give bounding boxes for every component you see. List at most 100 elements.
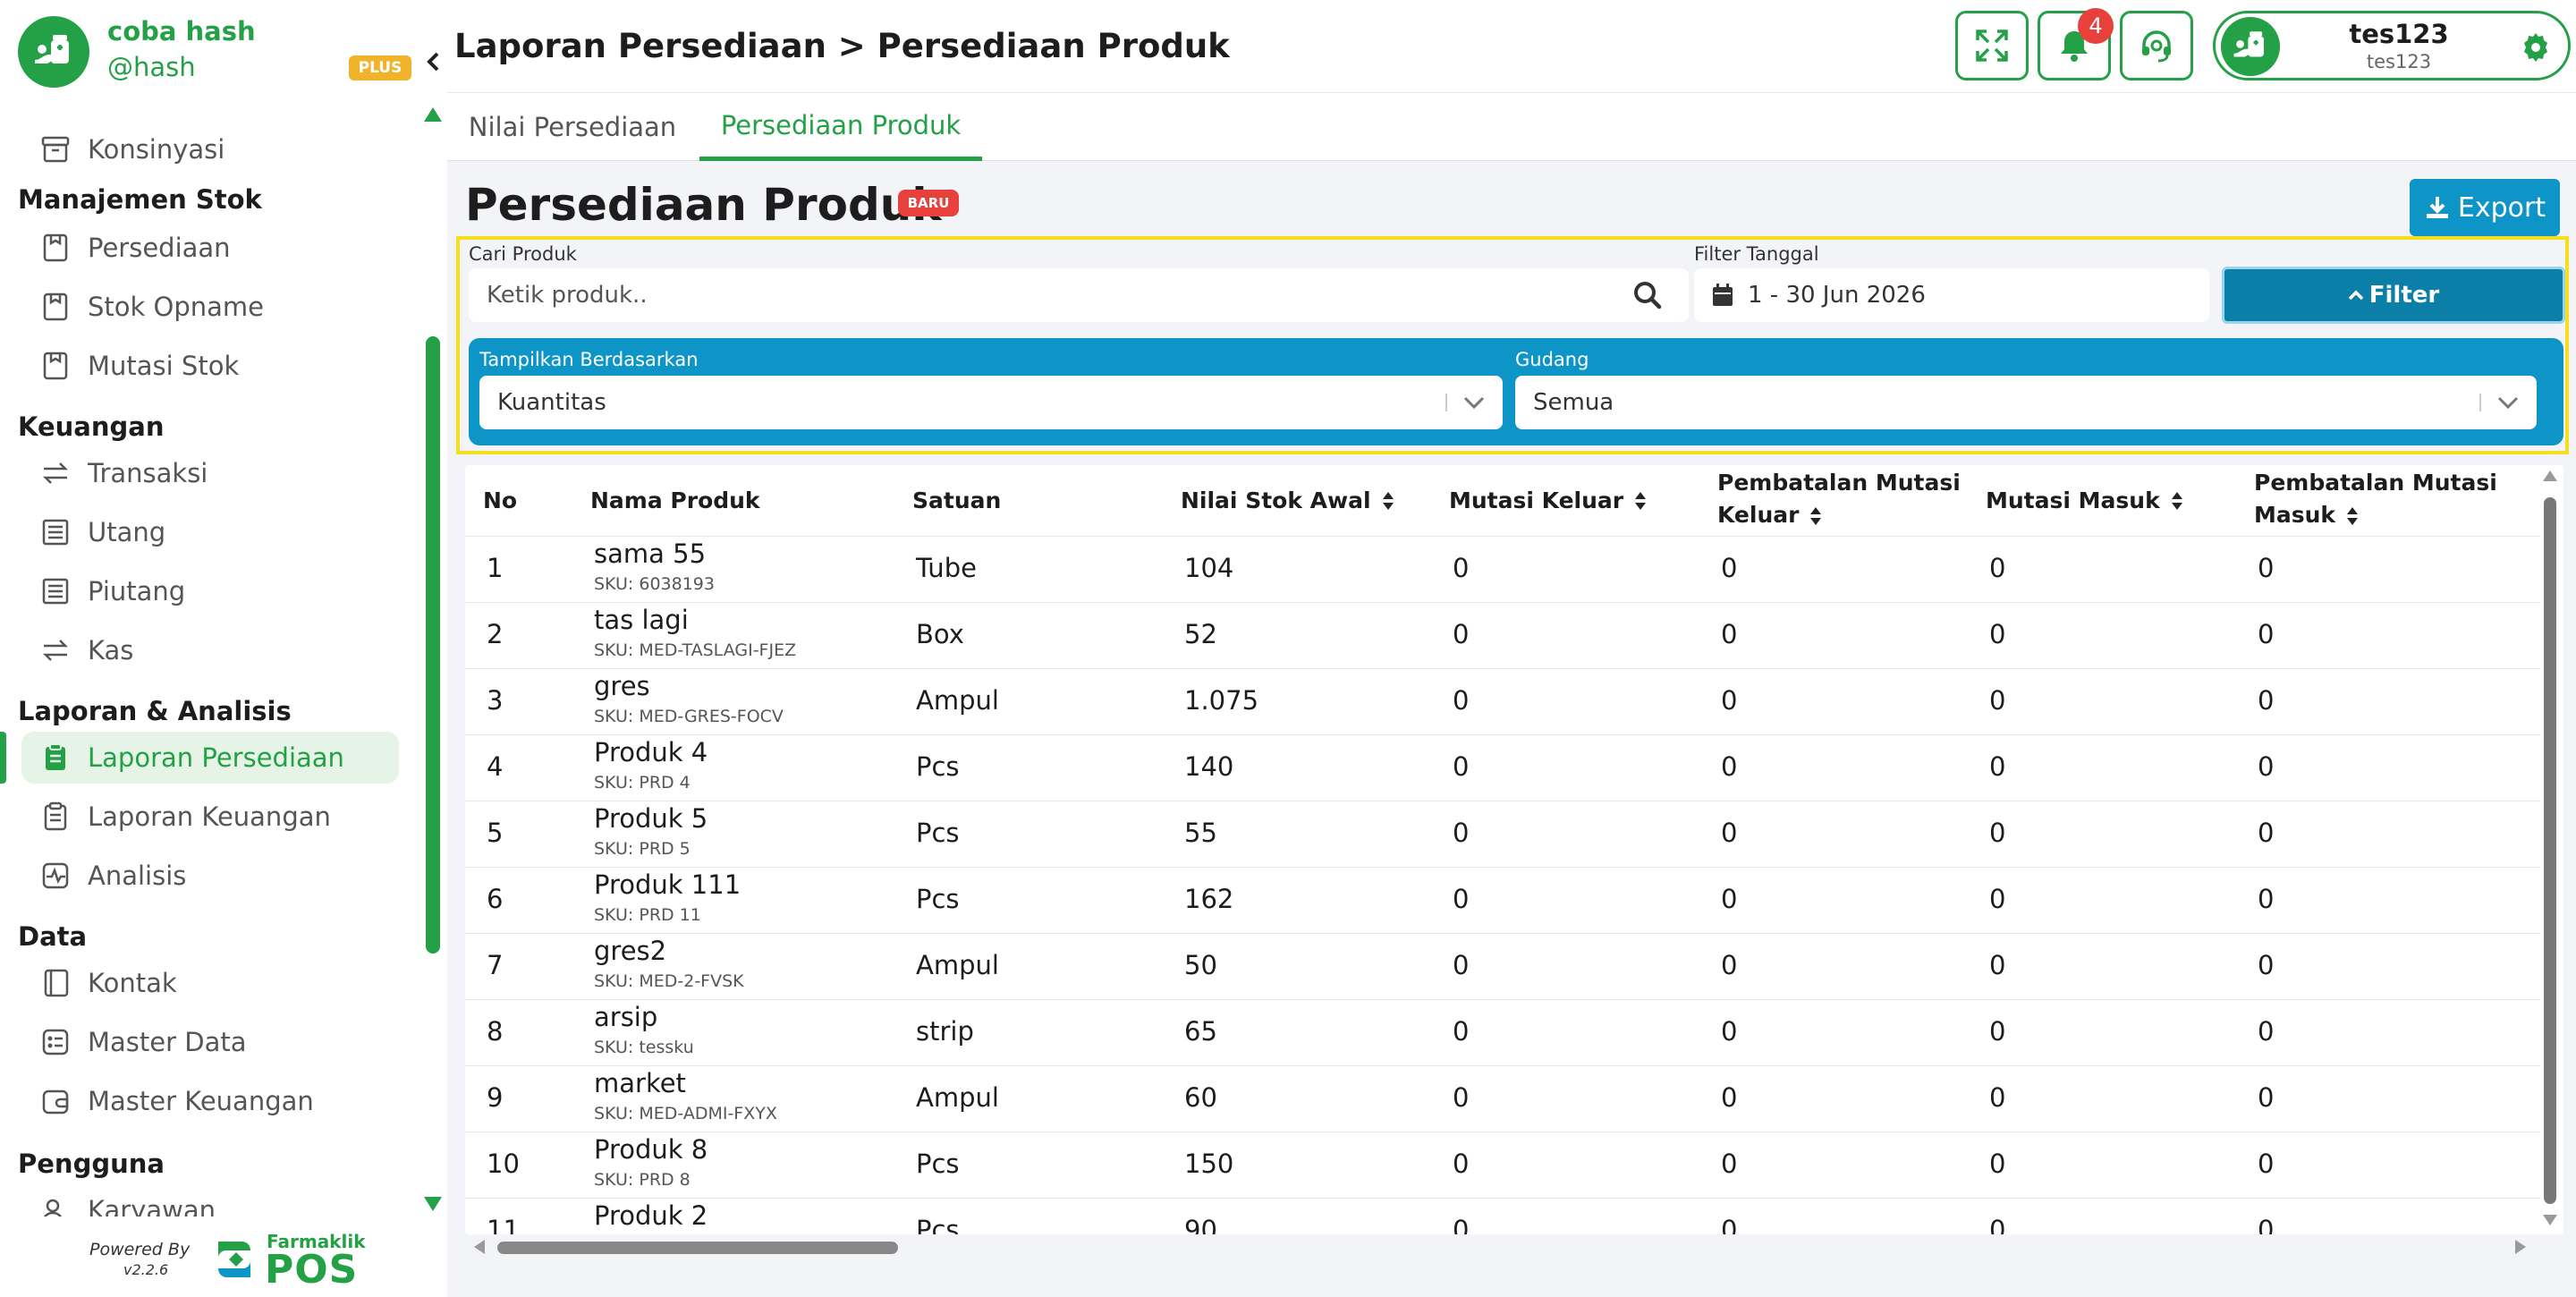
sidebar-item-persediaan[interactable]: Persediaan xyxy=(21,222,399,274)
sidebar-item-piutang[interactable]: Piutang xyxy=(21,565,399,617)
warehouse-select[interactable]: Semua xyxy=(1515,376,2537,429)
column-header-opening[interactable]: Nilai Stok Awal xyxy=(1181,465,1394,537)
table-row[interactable]: 6 Produk 111 SKU: PRD 11 Pcs 162 0 0 0 0 xyxy=(465,868,2540,934)
sidebar-item-label: Persediaan xyxy=(88,233,231,263)
export-button[interactable]: Export xyxy=(2410,179,2560,236)
table-row[interactable]: 5 Produk 5 SKU: PRD 5 Pcs 55 0 0 0 0 xyxy=(465,801,2540,868)
transfer-arrows-icon xyxy=(38,455,73,491)
sidebar-item-kas[interactable]: Kas xyxy=(21,624,399,676)
cell-cancel-out: 0 xyxy=(1721,1215,1738,1234)
sidebar-item-master-keuangan[interactable]: Master Keuangan xyxy=(21,1075,399,1127)
tab-persediaan-produk[interactable]: Persediaan Produk xyxy=(699,93,982,161)
tab-nilai-persediaan[interactable]: Nilai Persediaan xyxy=(456,93,689,161)
scroll-right-arrow-icon[interactable] xyxy=(2515,1240,2526,1254)
user-avatar xyxy=(2221,17,2280,76)
cell-product-sku: SKU: MED-GRES-FOCV xyxy=(594,707,784,726)
sidebar-scrollbar[interactable] xyxy=(424,107,442,1216)
sidebar-item-label: Analisis xyxy=(88,860,187,891)
cell-no: 1 xyxy=(487,553,504,583)
notifications-button[interactable]: 4 xyxy=(2038,8,2114,81)
cell-mutation-in: 0 xyxy=(1989,818,2006,848)
section-title-keuangan: Keuangan xyxy=(18,411,165,442)
table-row[interactable]: 10 Produk 8 SKU: PRD 8 Pcs 150 0 0 0 0 xyxy=(465,1132,2540,1199)
sidebar-item-transaksi[interactable]: Transaksi xyxy=(21,447,399,499)
fullscreen-button[interactable] xyxy=(1955,11,2029,81)
cell-product-name: arsip xyxy=(594,1002,658,1032)
display-by-value: Kuantitas xyxy=(497,389,606,416)
breadcrumb: Laporan Persediaan > Persediaan Produk xyxy=(454,27,1230,65)
sidebar-item-label: Master Keuangan xyxy=(88,1086,314,1116)
table-row[interactable]: 7 gres2 SKU: MED-2-FVSK Ampul 50 0 0 0 0 xyxy=(465,934,2540,1000)
cell-product-name: Produk 4 xyxy=(594,737,708,767)
column-header-name: Nama Produk xyxy=(590,487,760,513)
gear-icon[interactable] xyxy=(2520,31,2552,64)
cell-unit: Box xyxy=(916,619,964,649)
column-header-in[interactable]: Mutasi Masuk xyxy=(1986,465,2183,537)
pulse-icon xyxy=(38,858,73,894)
table-row[interactable]: 3 gres SKU: MED-GRES-FOCV Ampul 1.075 0 0 0 0 xyxy=(465,669,2540,735)
cell-product-sku: SKU: MED-ADMI-FXYX xyxy=(594,1104,777,1123)
sidebar-item-konsinyasi[interactable]: Konsinyasi xyxy=(21,123,399,175)
scroll-down-arrow-icon[interactable] xyxy=(2543,1215,2557,1225)
table-row[interactable]: 8 arsip SKU: tessku strip 65 0 0 0 0 xyxy=(465,1000,2540,1066)
column-header-out[interactable]: Mutasi Keluar xyxy=(1449,465,1647,537)
sidebar-item-analisis[interactable]: Analisis xyxy=(21,850,399,902)
cell-product-sku: SKU: 6038193 xyxy=(594,574,715,594)
chevron-left-icon[interactable] xyxy=(425,48,443,80)
sidebar-item-utang[interactable]: Utang xyxy=(21,506,399,558)
scroll-down-arrow-icon[interactable] xyxy=(424,1197,442,1211)
user-subtitle: tes123 xyxy=(2366,51,2432,72)
table-row[interactable]: 1 sama 55 SKU: 6038193 Tube 104 0 0 0 0 xyxy=(465,537,2540,603)
search-input[interactable] xyxy=(469,268,1623,322)
date-range-picker[interactable]: 1 - 30 Jun 2026 xyxy=(1694,268,2209,322)
sidebar-item-laporan-keuangan[interactable]: Laporan Keuangan xyxy=(21,791,399,843)
sidebar-item-laporan-persediaan[interactable]: Laporan Persediaan xyxy=(21,732,399,784)
cell-cancel-in: 0 xyxy=(2258,1016,2275,1047)
scroll-thumb[interactable] xyxy=(2544,497,2556,1204)
table-row[interactable]: 9 market SKU: MED-ADMI-FXYX Ampul 60 0 0 0 0 xyxy=(465,1066,2540,1132)
user-icon xyxy=(38,1192,73,1216)
new-badge: BARU xyxy=(898,190,959,216)
cell-mutation-out: 0 xyxy=(1453,553,1470,583)
date-filter-label: Filter Tanggal xyxy=(1694,243,1819,265)
clipboard-icon xyxy=(38,740,73,776)
scroll-left-arrow-icon[interactable] xyxy=(474,1240,485,1254)
cell-product-name: Produk 111 xyxy=(594,869,741,900)
cell-unit: Pcs xyxy=(916,1215,960,1234)
cell-no: 8 xyxy=(487,1016,504,1047)
sidebar-item-stok-opname[interactable]: Stok Opname xyxy=(21,281,399,333)
sidebar-item-kontak[interactable]: Kontak xyxy=(21,957,399,1009)
search-icon[interactable] xyxy=(1631,279,1664,311)
advanced-filter-panel: Tampilkan Berdasarkan Kuantitas Gudang S… xyxy=(469,338,2563,445)
user-menu[interactable]: tes123 tes123 xyxy=(2213,11,2571,81)
archive-box-icon xyxy=(38,131,73,167)
support-button[interactable] xyxy=(2120,11,2193,81)
scroll-thumb[interactable] xyxy=(426,336,440,954)
headset-icon xyxy=(2142,30,2171,63)
column-header-cancel-out[interactable]: Pembatalan Mutasi Keluar xyxy=(1717,465,1961,537)
column-header-opening-label: Nilai Stok Awal xyxy=(1181,487,1371,513)
scroll-up-arrow-icon[interactable] xyxy=(424,107,442,122)
cell-cancel-out: 0 xyxy=(1721,884,1738,914)
table-vertical-scrollbar[interactable] xyxy=(2537,465,2563,1234)
filter-toggle-button[interactable]: Filter xyxy=(2222,267,2565,324)
table-row[interactable]: 4 Produk 4 SKU: PRD 4 Pcs 140 0 0 0 0 xyxy=(465,735,2540,801)
chevron-up-icon xyxy=(2348,290,2363,301)
sidebar-item-master-data[interactable]: Master Data xyxy=(21,1016,399,1068)
table-row[interactable]: 2 tas lagi SKU: MED-TASLAGI-FJEZ Box 52 0 0 0 0 xyxy=(465,603,2540,669)
column-header-cancel-in[interactable]: Pembatalan Mutasi Masuk xyxy=(2254,465,2497,537)
display-by-select[interactable]: Kuantitas xyxy=(479,376,1503,429)
column-header-cancel-out-line2: Keluar xyxy=(1717,502,1800,528)
table-row[interactable]: 11 Produk 2 Pcs 90 0 0 0 0 xyxy=(465,1199,2540,1234)
sidebar-item-label: Stok Opname xyxy=(88,292,265,322)
table-horizontal-scrollbar[interactable] xyxy=(465,1234,2537,1261)
receivable-icon xyxy=(38,573,73,609)
scroll-thumb[interactable] xyxy=(497,1242,898,1254)
cell-mutation-in: 0 xyxy=(1989,619,2006,649)
scroll-up-arrow-icon[interactable] xyxy=(2543,470,2557,481)
column-header-unit: Satuan xyxy=(912,487,1002,513)
sidebar-item-mutasi-stok[interactable]: Mutasi Stok xyxy=(21,340,399,392)
column-header-no: No xyxy=(483,487,518,513)
sidebar-item-karyawan[interactable]: Karyawan xyxy=(21,1184,399,1216)
column-header-in-label: Mutasi Masuk xyxy=(1986,487,2160,513)
